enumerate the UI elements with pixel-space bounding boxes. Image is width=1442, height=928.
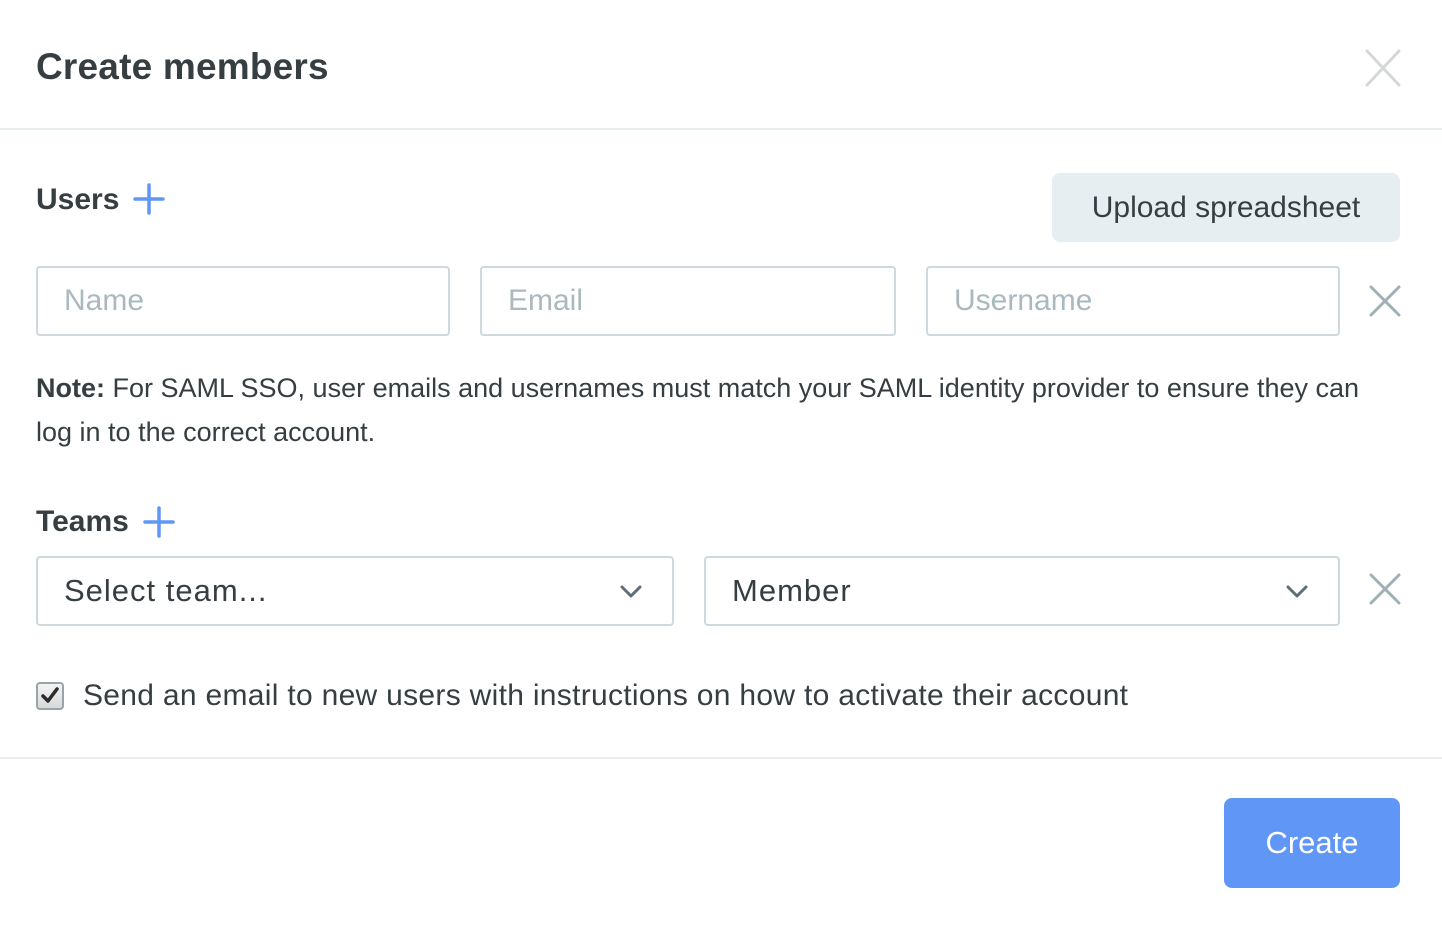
upload-spreadsheet-button[interactable]: Upload spreadsheet bbox=[1052, 173, 1400, 242]
send-email-label: Send an email to new users with instruct… bbox=[83, 679, 1129, 712]
send-email-option: Send an email to new users with instruct… bbox=[36, 676, 1128, 716]
role-select[interactable]: Member bbox=[704, 556, 1340, 626]
close-icon bbox=[1369, 573, 1401, 605]
team-select[interactable]: Select team... bbox=[36, 556, 674, 626]
email-input[interactable] bbox=[480, 266, 896, 336]
add-team-button[interactable] bbox=[143, 506, 175, 538]
dialog-header: Create members bbox=[0, 0, 1442, 130]
remove-team-row-button[interactable] bbox=[1368, 572, 1402, 606]
close-dialog-button[interactable] bbox=[1364, 48, 1402, 88]
add-user-button[interactable] bbox=[133, 183, 165, 215]
create-button[interactable]: Create bbox=[1224, 798, 1400, 888]
role-select-value: Member bbox=[732, 573, 852, 608]
footer-divider bbox=[0, 757, 1442, 759]
dialog-title: Create members bbox=[36, 46, 329, 87]
chevron-down-icon bbox=[620, 585, 642, 598]
chevron-down-icon bbox=[1286, 585, 1308, 598]
create-members-dialog: Create members Users Upload spreadsheet … bbox=[0, 0, 1442, 928]
checkmark-icon bbox=[41, 687, 59, 703]
username-input[interactable] bbox=[926, 266, 1340, 336]
team-select-value: Select team... bbox=[64, 573, 268, 608]
note-label: Note: bbox=[36, 373, 105, 403]
note-text: For SAML SSO, user emails and usernames … bbox=[36, 373, 1360, 447]
saml-note: Note: For SAML SSO, user emails and user… bbox=[36, 366, 1376, 454]
close-icon bbox=[1369, 285, 1401, 317]
remove-user-row-button[interactable] bbox=[1368, 284, 1402, 318]
teams-label: Teams bbox=[36, 505, 129, 538]
users-label: Users bbox=[36, 183, 120, 216]
name-input[interactable] bbox=[36, 266, 450, 336]
plus-icon bbox=[133, 183, 165, 215]
plus-icon bbox=[143, 506, 175, 538]
send-email-checkbox[interactable] bbox=[36, 682, 64, 710]
close-icon bbox=[1365, 49, 1401, 87]
